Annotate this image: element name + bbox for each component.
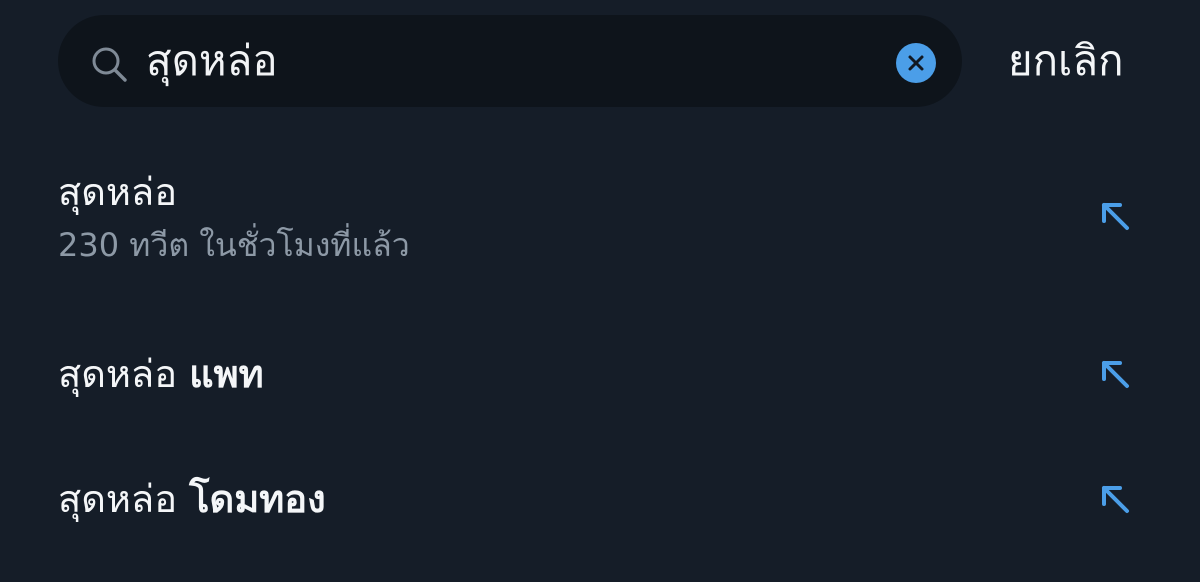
suggestion-item-2[interactable]: สุดหล่อ แพท [0, 320, 1200, 430]
search-bar-row: ยกเลิก [58, 15, 1200, 107]
query-prefix: สุดหล่อ [58, 170, 178, 214]
search-box[interactable] [58, 15, 962, 107]
suggestion-meta: 230 ทวีต ในชั่วโมงที่แล้ว [58, 226, 410, 264]
search-input[interactable] [146, 31, 866, 91]
query-completion: โดมทอง [189, 477, 326, 521]
clear-search-button[interactable] [896, 43, 936, 83]
arrow-up-left-icon[interactable] [1095, 196, 1137, 238]
suggestion-query: สุดหล่อ [58, 168, 177, 216]
query-prefix: สุดหล่อ [58, 477, 178, 521]
search-icon [92, 47, 127, 82]
suggestion-query: สุดหล่อ แพท [58, 350, 264, 398]
suggestion-item-3[interactable]: สุดหล่อ โดมทอง [0, 445, 1200, 555]
query-completion: แพท [189, 352, 264, 396]
search-screen: ยกเลิก สุดหล่อ 230 ทวีต ในชั่วโมงที่แล้ว… [0, 0, 1200, 582]
suggestion-item-1[interactable]: สุดหล่อ 230 ทวีต ในชั่วโมงที่แล้ว [0, 150, 1200, 300]
suggestion-query: สุดหล่อ โดมทอง [58, 475, 326, 523]
cancel-button[interactable]: ยกเลิก [1008, 31, 1124, 91]
arrow-up-left-icon[interactable] [1095, 354, 1137, 396]
arrow-up-left-icon[interactable] [1095, 479, 1137, 521]
clear-icon [908, 55, 924, 71]
query-prefix: สุดหล่อ [58, 352, 178, 396]
